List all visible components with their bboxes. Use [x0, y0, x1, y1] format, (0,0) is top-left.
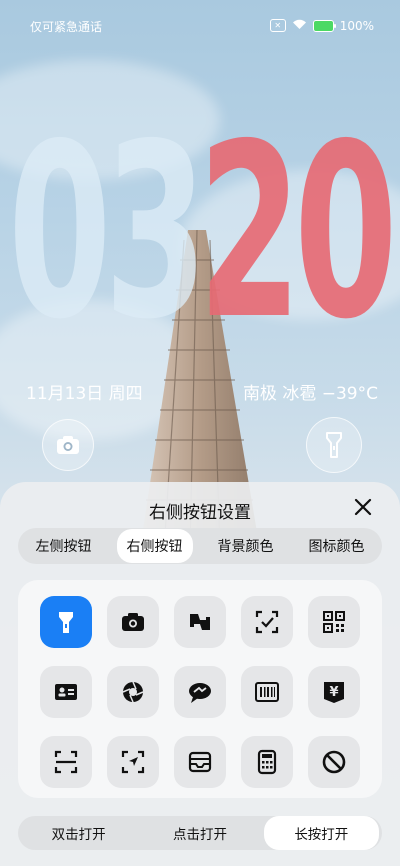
mode-tap[interactable]: 点击打开: [142, 816, 257, 850]
icon-option-aperture[interactable]: [107, 666, 159, 718]
icon-option-calculator[interactable]: [241, 736, 293, 788]
mode-long-press[interactable]: 长按打开: [263, 816, 379, 850]
clock-minute: 20: [198, 92, 398, 372]
chat-bubble-icon: [189, 683, 211, 703]
aperture-icon: [122, 681, 144, 703]
icon-picker: ¥: [18, 580, 382, 798]
icon-option-barcode[interactable]: [241, 666, 293, 718]
disable-icon: [322, 750, 346, 774]
flashlight-icon: [326, 432, 342, 458]
open-mode-selector: 双击打开 点击打开 长按打开: [18, 816, 382, 850]
icon-option-scan-frame[interactable]: [40, 736, 92, 788]
scan-frame-icon: [54, 750, 78, 774]
weather-text: 南极 冰雹 −39°C: [242, 384, 378, 404]
wifi-icon: [292, 18, 307, 33]
yuan-icon: ¥: [324, 682, 344, 703]
settings-tabs: 左侧按钮 右侧按钮 背景颜色 图标颜色: [18, 528, 382, 564]
mode-double-tap[interactable]: 双击打开: [21, 816, 136, 850]
close-icon: [354, 498, 372, 516]
lock-screen: 仅可紧急通话 ✕ 100% 03 20 11月13日 周四 南极 冰雹 −39°…: [0, 0, 400, 866]
clock-hour: 03: [8, 92, 208, 372]
icon-option-scan-check[interactable]: [241, 596, 293, 648]
icon-option-flashlight[interactable]: [40, 596, 92, 648]
no-sim-icon: ✕: [269, 19, 286, 32]
icon-option-yuan[interactable]: ¥: [308, 666, 360, 718]
close-button[interactable]: [348, 492, 378, 522]
camera-icon: [57, 436, 79, 454]
status-bar: 仅可紧急通话 ✕ 100%: [0, 18, 400, 36]
sheet-title: 右侧按钮设置: [149, 503, 251, 523]
tray-icon: [188, 751, 212, 773]
battery-icon: [312, 19, 336, 32]
calculator-icon: [257, 749, 277, 775]
qr-code-icon: [323, 611, 345, 633]
translate-icon: [190, 614, 210, 630]
flashlight-shortcut-button[interactable]: [306, 417, 362, 473]
icon-option-qr-code[interactable]: [308, 596, 360, 648]
barcode-icon: [255, 682, 279, 702]
flashlight-icon: [59, 612, 73, 633]
button-settings-sheet: 右侧按钮设置 左侧按钮 右侧按钮 背景颜色 图标颜色 ¥ 双击打开 点击打开 长…: [0, 482, 400, 866]
tab-right-button[interactable]: 右侧按钮: [116, 529, 193, 563]
date-text: 11月13日 周四: [26, 384, 143, 404]
icon-option-tray[interactable]: [174, 736, 226, 788]
icon-option-camera[interactable]: [107, 596, 159, 648]
icon-option-translate[interactable]: [174, 596, 226, 648]
tab-left-button[interactable]: 左侧按钮: [26, 529, 102, 563]
tab-icon-color[interactable]: 图标颜色: [299, 529, 375, 563]
scan-check-icon: [255, 610, 279, 634]
status-icons: ✕ 100%: [269, 18, 374, 33]
camera-shortcut-button[interactable]: [42, 419, 94, 471]
id-card-icon: [55, 684, 77, 700]
navigate-icon: [121, 750, 145, 774]
icon-option-navigate[interactable]: [107, 736, 159, 788]
icon-option-id-card[interactable]: [40, 666, 92, 718]
carrier-text: 仅可紧急通话: [30, 20, 103, 34]
battery-percent: 100%: [339, 18, 374, 33]
icon-option-disable[interactable]: [308, 736, 360, 788]
tab-background-color[interactable]: 背景颜色: [208, 529, 284, 563]
icon-option-chat-bubble[interactable]: [174, 666, 226, 718]
camera-icon: [122, 613, 144, 631]
yuan-glyph: ¥: [329, 685, 338, 700]
